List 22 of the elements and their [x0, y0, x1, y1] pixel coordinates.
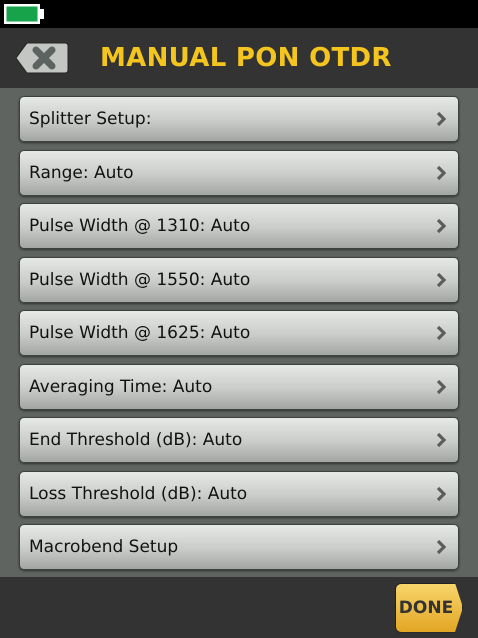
- chevron-icon: [436, 325, 446, 341]
- chevron-icon: [436, 218, 446, 234]
- chevron-icon: [436, 164, 446, 180]
- chevron-icon: [436, 272, 446, 288]
- setting-row[interactable]: Range: Auto: [19, 150, 459, 196]
- setting-row[interactable]: Pulse Width @ 1625: Auto: [19, 310, 459, 356]
- setting-row[interactable]: Loss Threshold (dB): Auto: [19, 470, 459, 516]
- setting-row[interactable]: Averaging Time: Auto: [19, 364, 459, 410]
- chevron-icon: [436, 432, 446, 448]
- setting-row[interactable]: Splitter Setup:: [19, 96, 459, 142]
- setting-row[interactable]: End Threshold (dB): Auto: [19, 417, 459, 463]
- battery-icon: [3, 3, 45, 25]
- close-button[interactable]: [15, 42, 69, 74]
- chevron-icon: [436, 111, 446, 127]
- setting-row[interactable]: Macrobend Setup: [19, 524, 459, 570]
- screen-title: MANUAL PON OTDR: [100, 43, 392, 73]
- setting-row[interactable]: Pulse Width @ 1550: Auto: [19, 256, 459, 302]
- chevron-icon: [436, 486, 446, 502]
- chevron-icon: [436, 378, 446, 394]
- done-button[interactable]: DONE: [395, 582, 463, 632]
- chevron-icon: [436, 539, 446, 555]
- setting-row[interactable]: Pulse Width @ 1310: Auto: [19, 203, 459, 249]
